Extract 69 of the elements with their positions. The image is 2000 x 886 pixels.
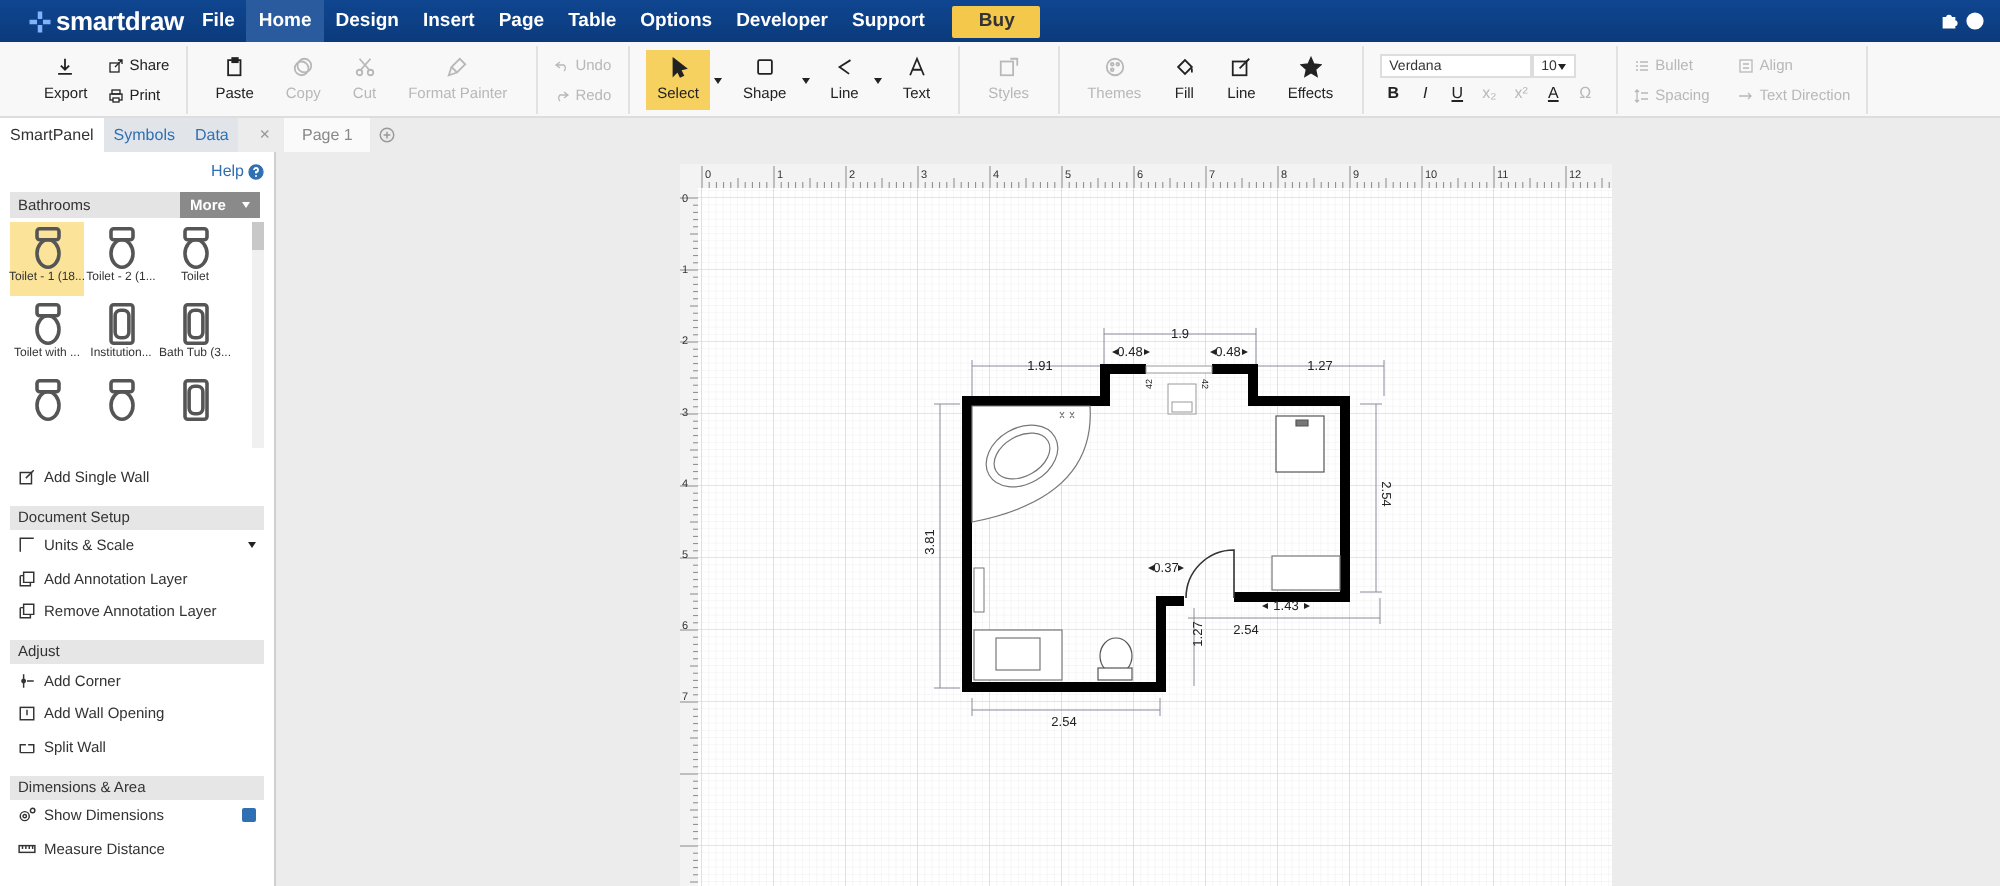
bench-drawing — [1271, 555, 1341, 591]
align-icon — [1737, 57, 1754, 73]
square-icon — [753, 55, 776, 78]
caret-icon[interactable] — [248, 542, 256, 549]
ruler-icon — [18, 839, 36, 858]
brush-icon — [446, 55, 469, 78]
shelf-drawing — [973, 567, 985, 613]
palette-icon — [1103, 55, 1126, 78]
clipboard-icon — [223, 55, 246, 78]
menu-item[interactable]: Design — [323, 0, 411, 42]
door-swing-drawing — [1185, 549, 1235, 599]
format-button[interactable]: A — [1539, 82, 1568, 106]
letter-a-icon — [905, 55, 928, 78]
checkbox[interactable] — [242, 808, 256, 823]
page-icon — [997, 55, 1020, 78]
panel-tab[interactable]: Data — [184, 118, 239, 152]
corner-bathtub-drawing — [971, 405, 1091, 523]
help-link[interactable]: Help — [211, 160, 244, 184]
corner-point-icon — [18, 671, 36, 690]
arrow-icon — [1737, 87, 1754, 103]
line-icon — [833, 55, 856, 78]
vanity-drawing — [973, 629, 1063, 681]
sink-drawing — [1167, 383, 1197, 415]
format-button[interactable]: B — [1379, 82, 1408, 106]
toilet-drawing — [1097, 637, 1133, 681]
gear-icon — [18, 806, 36, 825]
menu-item[interactable]: File — [190, 0, 247, 42]
redo-icon — [553, 87, 570, 103]
buy-button[interactable]: Buy — [952, 5, 1041, 37]
list-icon — [1633, 57, 1650, 73]
paint-bucket-icon — [1173, 55, 1196, 78]
caret-icon[interactable] — [714, 77, 723, 83]
scrollbar[interactable] — [252, 222, 264, 448]
star-icon — [1299, 55, 1322, 78]
cursor-icon — [667, 55, 690, 78]
pencil-square-icon — [18, 467, 36, 486]
format-button[interactable]: I — [1411, 82, 1440, 106]
spacing-icon — [1633, 87, 1650, 103]
panel-tab[interactable]: SmartPanel — [0, 118, 104, 152]
undo-icon — [553, 57, 570, 73]
layers-icon — [18, 569, 36, 588]
menu-item[interactable]: Table — [556, 0, 629, 42]
help-icon — [248, 164, 264, 180]
window-drawing — [1145, 365, 1213, 374]
add-page-icon — [378, 126, 397, 144]
corner-icon — [18, 536, 36, 555]
menu-item[interactable]: Home — [246, 0, 324, 42]
caret-icon[interactable] — [802, 77, 811, 83]
puzzle-icon — [1940, 12, 1958, 30]
menu-item[interactable]: Insert — [410, 0, 487, 42]
printer-icon — [107, 87, 124, 103]
scissors-icon — [353, 55, 376, 78]
menu-item[interactable]: Page — [486, 0, 557, 42]
logo-icon — [28, 9, 52, 33]
format-button[interactable]: U — [1443, 82, 1472, 106]
menu-item[interactable]: Support — [840, 0, 937, 42]
caret-icon[interactable] — [874, 77, 883, 83]
wall-opening-icon — [18, 704, 36, 723]
menu-item[interactable]: Developer — [724, 0, 840, 42]
cabinet-drawing — [1275, 415, 1325, 473]
share-icon — [107, 57, 124, 73]
menu-item[interactable]: Options — [628, 0, 725, 42]
help-icon — [1966, 12, 1984, 30]
copy-icon — [292, 55, 315, 78]
layers-icon — [18, 602, 36, 621]
download-icon — [54, 55, 77, 78]
pencil-square-icon — [1230, 55, 1253, 78]
logo-text: smartdraw — [56, 3, 184, 40]
panel-tab[interactable]: Symbols — [103, 118, 185, 152]
